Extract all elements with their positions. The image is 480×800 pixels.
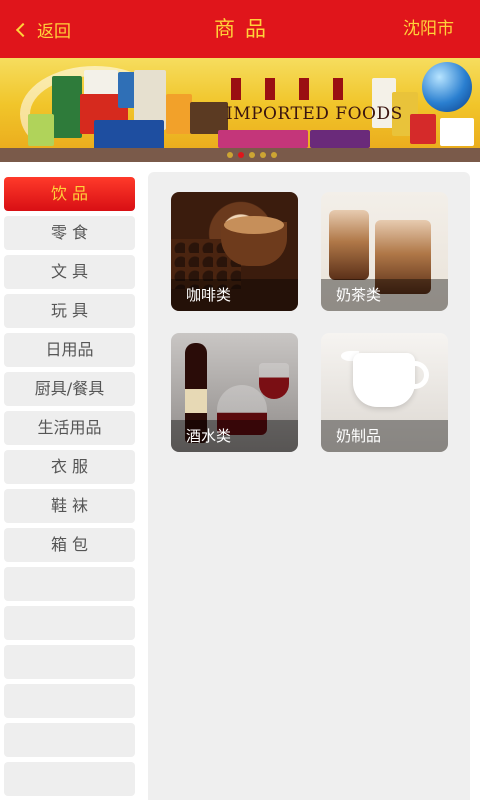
subcategory-tile-coffee[interactable]: 咖啡类 [171,192,298,311]
pagination-dot[interactable] [260,152,266,158]
sidebar-item-5[interactable]: 厨具/餐具 [4,372,135,406]
pagination-dot[interactable] [227,152,233,158]
category-sidebar: 饮 品零 食文 具玩 具日用品厨具/餐具生活用品衣 服鞋 袜箱 包 [0,162,142,800]
banner-flags [231,78,343,100]
wine-label-image [185,389,207,413]
sidebar-item-9[interactable]: 箱 包 [4,528,135,562]
milk-jug-image [353,353,415,407]
subcategory-label: 咖啡类 [171,279,298,311]
sidebar-item-empty [4,723,135,757]
promo-banner[interactable]: IMPORTED FOODS [0,58,480,162]
banner-pagination [227,152,277,158]
sidebar-item-1[interactable]: 零 食 [4,216,135,250]
sidebar-item-empty [4,606,135,640]
sidebar-item-empty [4,684,135,718]
product-package [410,114,436,144]
chevron-left-icon [15,22,31,37]
sidebar-item-8[interactable]: 鞋 袜 [4,489,135,523]
product-package [166,94,192,134]
subcategory-tile-milk-tea[interactable]: 奶茶类 [321,192,448,311]
sidebar-item-2[interactable]: 文 具 [4,255,135,289]
product-package [28,114,54,146]
subcategory-tile-dairy[interactable]: 奶制品 [321,333,448,452]
banner-headline: IMPORTED FOODS [226,104,403,124]
coffee-foam [224,216,284,234]
milk-tea-glass [329,210,369,280]
product-package [310,130,370,148]
app-header: 返回 商品 沈阳市 [0,0,480,58]
subcategory-label: 奶制品 [321,420,448,452]
product-package [52,76,82,138]
back-button[interactable]: 返回 [15,0,71,58]
product-package [94,120,164,150]
globe-icon [422,62,472,112]
pagination-dot[interactable] [249,152,255,158]
pagination-dot[interactable] [238,152,244,158]
milk-jug-handle [411,361,429,389]
product-package [218,130,308,148]
sidebar-item-3[interactable]: 玩 具 [4,294,135,328]
sidebar-item-0[interactable]: 饮 品 [4,177,135,211]
back-label: 返回 [37,21,71,42]
city-selector[interactable]: 沈阳市 [403,0,454,58]
subcategory-label: 酒水类 [171,420,298,452]
sidebar-item-6[interactable]: 生活用品 [4,411,135,445]
product-package [440,118,474,146]
wine-glass-image [259,363,289,399]
sidebar-item-7[interactable]: 衣 服 [4,450,135,484]
sidebar-item-empty [4,762,135,796]
sidebar-item-empty [4,645,135,679]
sidebar-item-4[interactable]: 日用品 [4,333,135,367]
subcategory-label: 奶茶类 [321,279,448,311]
sidebar-item-empty [4,567,135,601]
subcategory-tile-wine[interactable]: 酒水类 [171,333,298,452]
subcategory-panel: 咖啡类 奶茶类 酒水类 奶制品 [148,172,470,800]
pagination-dot[interactable] [271,152,277,158]
